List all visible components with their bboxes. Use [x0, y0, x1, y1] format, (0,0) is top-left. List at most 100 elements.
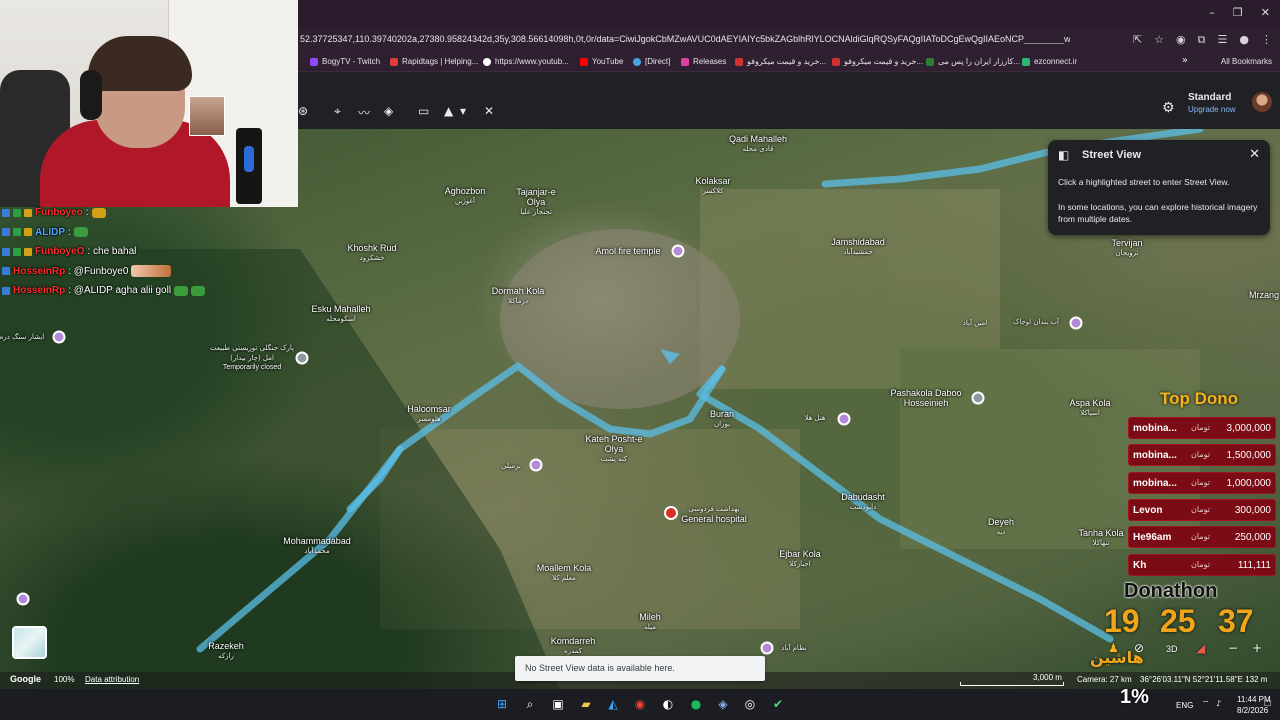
- chrome-icon[interactable]: ◉: [632, 696, 648, 712]
- obs-icon[interactable]: ◎: [742, 696, 758, 712]
- bookmark-star-icon[interactable]: ☆: [1154, 33, 1164, 47]
- place-label[interactable]: آب بندان اوجاک: [1013, 317, 1059, 327]
- close-icon[interactable]: ✕: [1261, 6, 1270, 19]
- zoom-in-icon[interactable]: +: [1252, 641, 1262, 655]
- bookmark-item[interactable]: [Direct]: [633, 57, 670, 66]
- bookmark-item[interactable]: Releases: [681, 57, 726, 66]
- compass-icon[interactable]: ◢: [1196, 641, 1205, 655]
- place-label[interactable]: پارک جنگلی توریستی طبیعت امل (چار بیدار)…: [209, 343, 295, 373]
- add-path-icon[interactable]: 〰: [358, 104, 370, 121]
- install-app-icon[interactable]: ⇱: [1133, 33, 1142, 47]
- app-icon[interactable]: ◐: [660, 696, 676, 712]
- place-label[interactable]: Amol fire temple: [595, 246, 660, 256]
- app-icon[interactable]: ✔: [770, 696, 786, 712]
- place-pin-icon[interactable]: [971, 391, 985, 405]
- bookmark-item[interactable]: BogyTV - Twitch: [310, 57, 380, 66]
- add-placemark-icon[interactable]: ⌖: [334, 104, 341, 119]
- place-label[interactable]: Razekeh رازکه: [208, 641, 244, 661]
- minimize-icon[interactable]: –: [1209, 6, 1215, 19]
- volume-icon[interactable]: ♪: [1216, 699, 1221, 708]
- place-label[interactable]: Tervijan ترویجان: [1111, 238, 1142, 258]
- bookmark-item[interactable]: YouTube: [580, 57, 623, 66]
- place-label[interactable]: Mileh میله: [639, 612, 661, 632]
- upgrade-link[interactable]: Upgrade now: [1188, 105, 1236, 114]
- windows-start-icon[interactable]: ⊞: [494, 696, 510, 712]
- notification-icon[interactable]: ☐: [1264, 699, 1271, 708]
- place-label[interactable]: Mrzang: [1249, 290, 1279, 300]
- address-bar[interactable]: 52.37725347,110.39740202a,27380.95824342…: [298, 28, 1280, 53]
- bookmarks-overflow-icon[interactable]: »: [1182, 55, 1188, 66]
- 3d-toggle-button[interactable]: 3D: [1166, 644, 1178, 654]
- landmark-pin-icon[interactable]: [529, 458, 543, 472]
- place-label[interactable]: Aspa Kola اسپاکلا: [1069, 398, 1110, 418]
- place-label[interactable]: بهداشت فردوسی General hospital: [681, 504, 747, 524]
- bookmark-item[interactable]: Rapidtags | Helping...: [390, 57, 478, 66]
- hospital-pin-icon[interactable]: [664, 506, 678, 520]
- extension-badge-icon[interactable]: ◉: [1176, 33, 1186, 47]
- place-label[interactable]: Buran بوران: [710, 409, 734, 429]
- image-icon[interactable]: ▲: [444, 104, 453, 118]
- place-label[interactable]: ابشار سنگ دره: [0, 332, 44, 342]
- place-label[interactable]: Qadi Mahalleh قادی محله: [729, 134, 787, 154]
- place-label[interactable]: Kolaksar کلاکسر: [695, 176, 730, 196]
- place-label[interactable]: Aghozbon آغوزبن: [445, 186, 486, 206]
- measure-icon[interactable]: ▭: [418, 104, 429, 118]
- place-label[interactable]: Tanha Kola تنهاکلا: [1078, 528, 1123, 548]
- place-label[interactable]: نرمیلی: [501, 461, 521, 471]
- layers-icon[interactable]: ◈: [384, 104, 393, 118]
- browser-menu-icon[interactable]: ⋮: [1261, 33, 1272, 47]
- restore-icon[interactable]: ❐: [1233, 6, 1243, 19]
- place-label[interactable]: Esku Mahalleh اسکومحله: [311, 304, 370, 324]
- tools-icon[interactable]: ✕: [484, 104, 494, 118]
- bookmark-item[interactable]: خرید و قیمت میکروفو...: [832, 57, 923, 66]
- place-label[interactable]: Mohammadabad محمدآباد: [283, 536, 351, 556]
- landmark-pin-icon[interactable]: [16, 592, 30, 606]
- network-icon[interactable]: ⌔: [1202, 699, 1210, 709]
- place-label[interactable]: هتل هلا: [804, 413, 825, 423]
- steam-icon[interactable]: ◈: [715, 696, 731, 712]
- pegman-icon[interactable]: ♟: [1108, 641, 1119, 655]
- all-bookmarks[interactable]: All Bookmarks: [1221, 57, 1272, 66]
- search-icon[interactable]: ⌕: [522, 696, 538, 712]
- place-label[interactable]: Ejbar Kola اجبارکلا: [779, 549, 821, 569]
- profile-icon[interactable]: ●: [1239, 33, 1249, 47]
- extensions-icon[interactable]: ⧉: [1198, 33, 1206, 47]
- landmark-pin-icon[interactable]: [1069, 316, 1083, 330]
- chevron-down-icon[interactable]: ▾: [460, 104, 466, 118]
- place-label[interactable]: Komdarreh کمدره: [551, 636, 596, 656]
- place-label[interactable]: Tajanjar-e Olya تجنجار علیا: [506, 187, 566, 217]
- place-label[interactable]: Khoshk Rud خشکرود: [347, 243, 396, 263]
- tab-search-icon[interactable]: ☰: [1218, 33, 1228, 47]
- avatar[interactable]: [1252, 92, 1272, 112]
- spotify-icon[interactable]: ●: [688, 696, 704, 712]
- place-label[interactable]: Moallem Kola معلم کلا: [537, 563, 592, 583]
- place-label[interactable]: Kateh Posht-e Olya کته پشت: [583, 434, 645, 464]
- place-label[interactable]: Dormah Kola درماکلا: [492, 286, 545, 306]
- bookmark-item[interactable]: https://www.youtub...: [483, 57, 569, 66]
- place-pin-icon[interactable]: [295, 351, 309, 365]
- hide-layer-icon[interactable]: ⊘: [1134, 641, 1144, 655]
- url-text[interactable]: 52.37725347,110.39740202a,27380.95824342…: [300, 34, 1070, 44]
- close-icon[interactable]: ✕: [1249, 147, 1260, 162]
- map-style-thumbnail[interactable]: [12, 626, 47, 659]
- hotel-pin-icon[interactable]: [837, 412, 851, 426]
- data-attribution-link[interactable]: Data attribution: [85, 675, 139, 684]
- bookmark-item[interactable]: ezconnect.ir: [1022, 57, 1077, 66]
- place-label[interactable]: امین آباد: [963, 318, 988, 328]
- language-indicator[interactable]: ENG: [1176, 701, 1193, 710]
- zoom-out-icon[interactable]: −: [1228, 641, 1238, 655]
- place-label[interactable]: Dabudasht دابودشت: [841, 492, 885, 512]
- place-label[interactable]: Haloomsar هلومسر: [407, 404, 451, 424]
- waterfall-pin-icon[interactable]: [52, 330, 66, 344]
- settings-gear-icon[interactable]: ⚙: [1162, 100, 1175, 116]
- history-icon[interactable]: ⊛: [298, 104, 308, 118]
- landmark-pin-icon[interactable]: [671, 244, 685, 258]
- vscode-icon[interactable]: ◭: [605, 696, 621, 712]
- place-label[interactable]: Deyeh دیه: [988, 517, 1014, 537]
- bookmark-item[interactable]: کارزار ایران را پس می...: [926, 57, 1020, 66]
- bookmark-item[interactable]: خرید و قیمت میکروفو...: [735, 57, 826, 66]
- task-view-icon[interactable]: ▣: [550, 696, 566, 712]
- place-label[interactable]: Pashakola Daboo Hosseinieh: [878, 388, 974, 408]
- file-explorer-icon[interactable]: ▰: [578, 696, 594, 712]
- landmark-pin-icon[interactable]: [760, 641, 774, 655]
